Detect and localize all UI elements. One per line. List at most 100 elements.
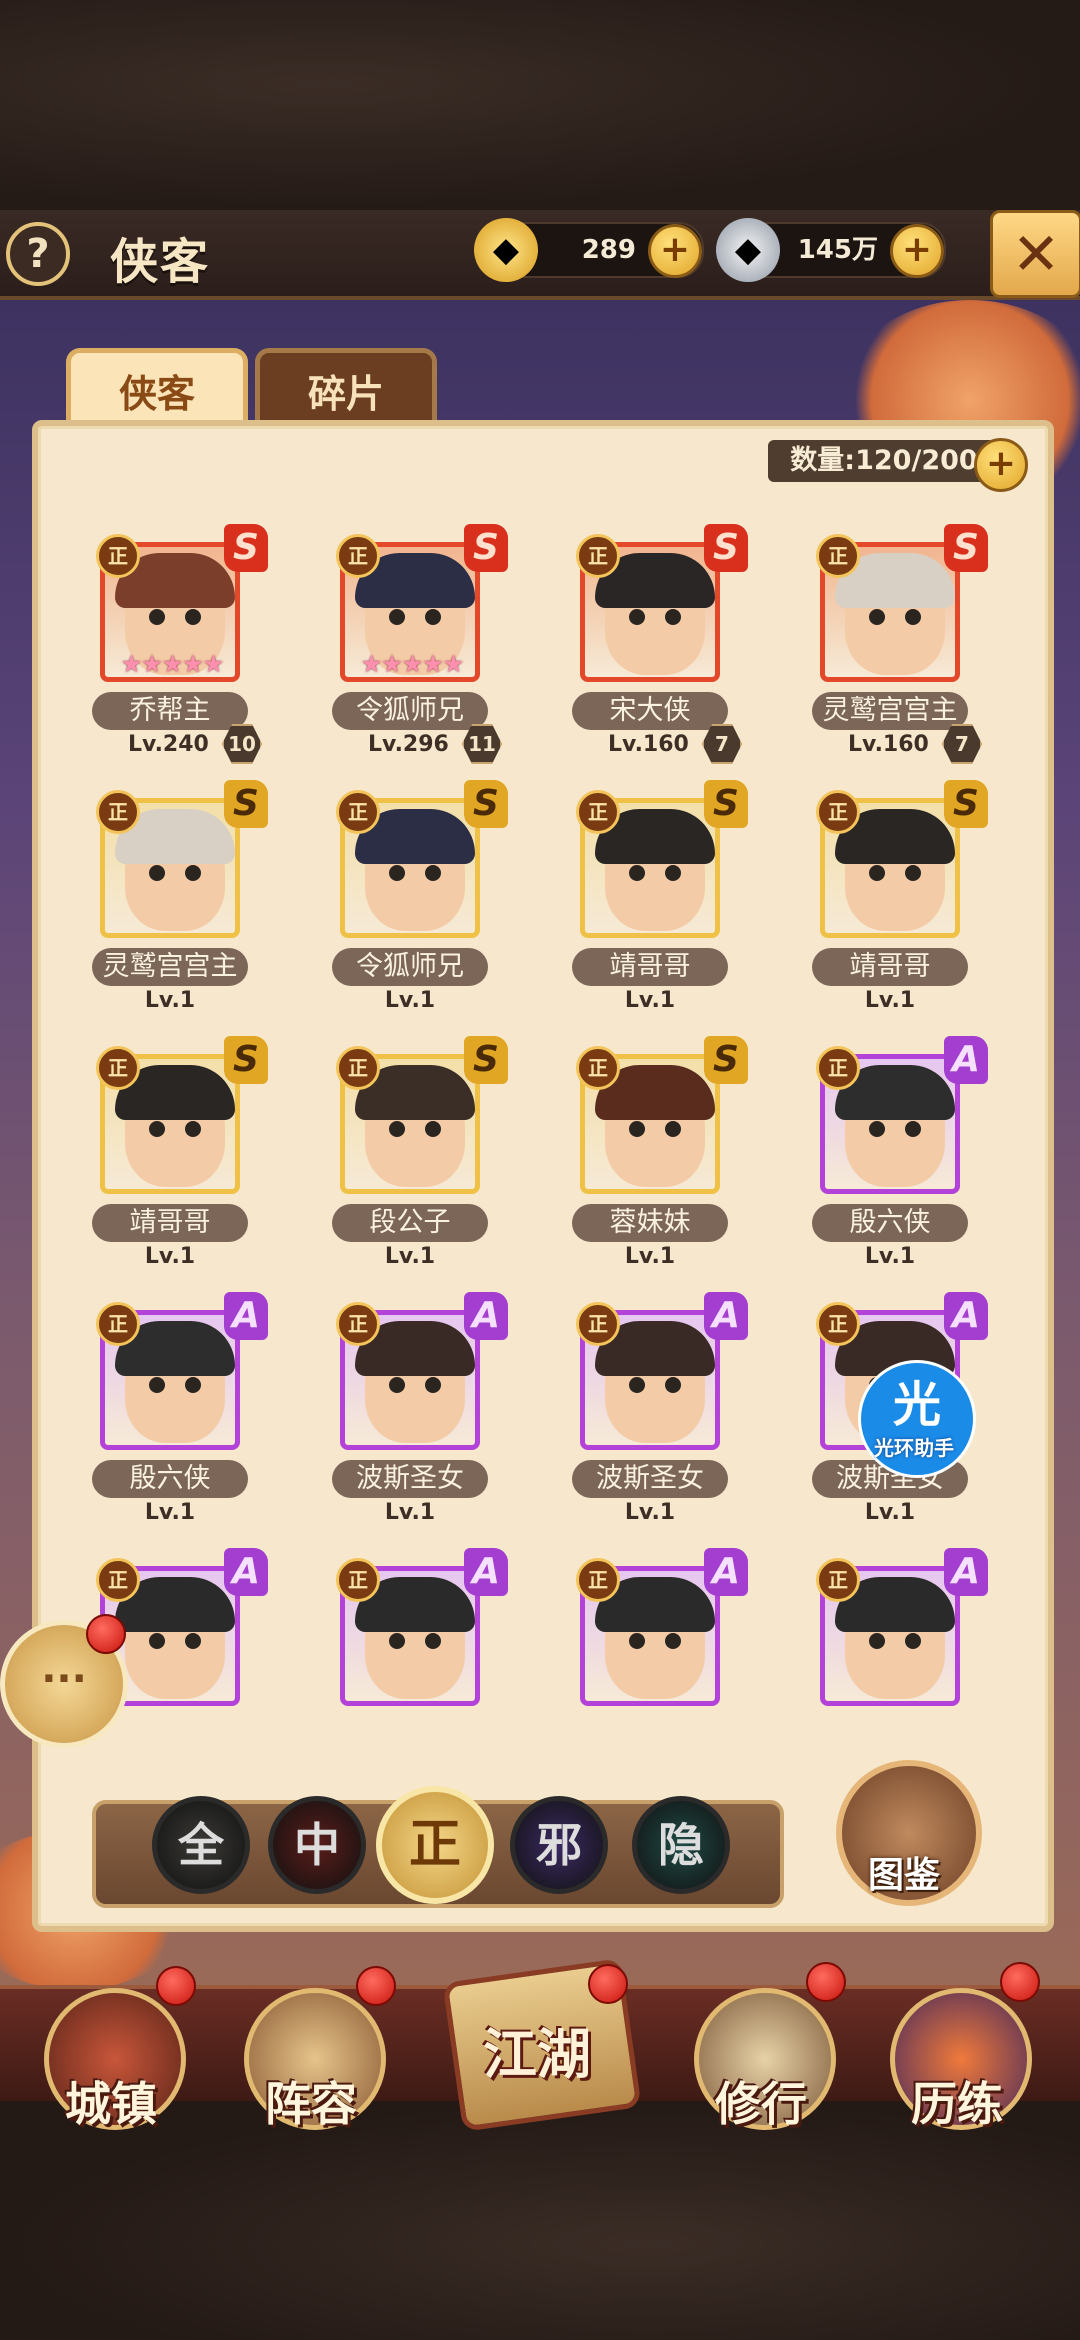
grade-badge: S xyxy=(944,780,988,828)
hero-card[interactable]: 正 S 蓉妹妹 Lv.1 xyxy=(534,1032,774,1287)
hero-card[interactable]: 正 S 令狐师兄 Lv.1 xyxy=(294,776,534,1031)
add-silver-button[interactable]: + xyxy=(890,224,944,278)
hero-card[interactable]: 正 S 灵鹫宫宫主 Lv.160 7 xyxy=(774,520,1014,775)
nav-lineup-label: 阵容 xyxy=(265,2077,357,2131)
hero-level: Lv.1 xyxy=(384,1500,436,1525)
hero-level: Lv.1 xyxy=(864,1244,916,1269)
silver-value: 145万 xyxy=(797,235,878,265)
hero-name: 靖哥哥 xyxy=(92,1204,248,1242)
hero-eye xyxy=(665,1377,681,1393)
grade-badge: S xyxy=(704,780,748,828)
rank-badge: 7 xyxy=(702,724,742,764)
grade-badge: S xyxy=(704,524,748,572)
hero-eye xyxy=(869,1633,885,1649)
star-rating: ★★★★★ xyxy=(360,650,465,678)
hero-card[interactable]: 正A xyxy=(774,1544,1014,1725)
grade-badge: A xyxy=(464,1548,508,1596)
hero-eye xyxy=(185,865,201,881)
faction-badge: 正 xyxy=(576,534,620,578)
hero-name: 乔帮主 xyxy=(92,692,248,730)
silver-ingot-icon: ◆ xyxy=(716,218,780,282)
hero-level: Lv.1 xyxy=(624,1244,676,1269)
hero-card[interactable]: 正A xyxy=(534,1544,774,1725)
hero-card[interactable]: 正 S ★★★★★ 令狐师兄 Lv.296 11 xyxy=(294,520,534,775)
grade-badge: A xyxy=(224,1292,268,1340)
grade-badge: S xyxy=(944,524,988,572)
filter-all-button[interactable]: 全 xyxy=(152,1796,250,1894)
hero-name: 段公子 xyxy=(332,1204,488,1242)
hero-name: 蓉妹妹 xyxy=(572,1204,728,1242)
hero-level: Lv.1 xyxy=(624,988,676,1013)
hero-card[interactable]: 正 A 波斯圣女 Lv.1 xyxy=(534,1288,774,1543)
nav-cultivate-notification-dot xyxy=(806,1962,846,2002)
expand-capacity-button[interactable]: + xyxy=(974,438,1028,492)
bottom-backdrop xyxy=(0,2100,1080,2340)
hero-card[interactable]: 正 S 靖哥哥 Lv.1 xyxy=(774,776,1014,1031)
hero-card[interactable]: 正 S 灵鹫宫宫主 Lv.1 xyxy=(54,776,294,1031)
faction-badge: 正 xyxy=(816,1302,860,1346)
add-gold-button[interactable]: + xyxy=(648,224,702,278)
hero-card[interactable]: 正 S 靖哥哥 Lv.1 xyxy=(54,1032,294,1287)
hero-eye xyxy=(389,865,405,881)
grade-badge: A xyxy=(944,1292,988,1340)
help-button[interactable]: ? xyxy=(6,222,70,286)
hero-card[interactable]: 正 S ★★★★★ 乔帮主 Lv.240 10 xyxy=(54,520,294,775)
hero-atlas-label: 图鉴 xyxy=(867,1855,940,1896)
hero-eye xyxy=(869,865,885,881)
hero-card[interactable]: 正 S 段公子 Lv.1 xyxy=(294,1032,534,1287)
hero-name: 殷六侠 xyxy=(92,1460,248,1498)
assistant-watermark-text: 光环助手 xyxy=(874,1436,954,1460)
hero-card[interactable]: 正 A 殷六侠 Lv.1 xyxy=(54,1288,294,1543)
nav-lineup-notification-dot xyxy=(356,1966,396,2006)
rank-badge: 10 xyxy=(222,724,262,764)
grade-badge: S xyxy=(224,780,268,828)
faction-badge: 正 xyxy=(816,534,860,578)
grade-badge: A xyxy=(224,1548,268,1596)
hero-eye xyxy=(425,1633,441,1649)
top-backdrop xyxy=(0,0,1080,210)
filter-righteous-button[interactable]: 正 xyxy=(376,1786,494,1904)
hero-eye xyxy=(905,865,921,881)
faction-badge: 正 xyxy=(816,1046,860,1090)
hero-eye xyxy=(905,1121,921,1137)
page-title: 侠客 xyxy=(110,234,211,290)
faction-badge: 正 xyxy=(576,790,620,834)
hero-eye xyxy=(629,1121,645,1137)
filter-hidden-button[interactable]: 隐 xyxy=(632,1796,730,1894)
hero-eye xyxy=(629,1633,645,1649)
hero-eye xyxy=(869,1121,885,1137)
hero-eye xyxy=(425,865,441,881)
hero-name: 靖哥哥 xyxy=(572,948,728,986)
hero-card[interactable]: 正 A 殷六侠 Lv.1 xyxy=(774,1032,1014,1287)
hero-eye xyxy=(905,609,921,625)
hero-card[interactable]: 正 A 波斯圣女 Lv.1 xyxy=(294,1288,534,1543)
filter-evil-button[interactable]: 邪 xyxy=(510,1796,608,1894)
hero-eye xyxy=(425,609,441,625)
hero-level: Lv.1 xyxy=(384,988,436,1013)
grade-badge: S xyxy=(464,1036,508,1084)
hero-name: 靖哥哥 xyxy=(812,948,968,986)
faction-badge: 正 xyxy=(96,534,140,578)
hero-eye xyxy=(185,1377,201,1393)
faction-badge: 正 xyxy=(96,1558,140,1602)
hero-name: 令狐师兄 xyxy=(332,692,488,730)
faction-badge: 正 xyxy=(576,1302,620,1346)
hero-card[interactable]: 正 S 靖哥哥 Lv.1 xyxy=(534,776,774,1031)
hero-level: Lv.160 xyxy=(848,732,929,757)
hero-card[interactable]: 正A xyxy=(294,1544,534,1725)
close-button[interactable]: ✕ xyxy=(990,210,1080,298)
hero-eye xyxy=(629,1377,645,1393)
hero-eye xyxy=(629,609,645,625)
hero-name: 波斯圣女 xyxy=(572,1460,728,1498)
hero-level: Lv.1 xyxy=(864,988,916,1013)
hero-eye xyxy=(185,1633,201,1649)
hero-card[interactable]: 正 S 宋大侠 Lv.160 7 xyxy=(534,520,774,775)
hero-eye xyxy=(389,609,405,625)
hero-name: 令狐师兄 xyxy=(332,948,488,986)
hero-level: Lv.1 xyxy=(144,1244,196,1269)
faction-badge: 正 xyxy=(96,790,140,834)
filter-neutral-button[interactable]: 中 xyxy=(268,1796,366,1894)
hero-eye xyxy=(185,609,201,625)
hero-eye xyxy=(665,609,681,625)
hero-level: Lv.1 xyxy=(624,1500,676,1525)
